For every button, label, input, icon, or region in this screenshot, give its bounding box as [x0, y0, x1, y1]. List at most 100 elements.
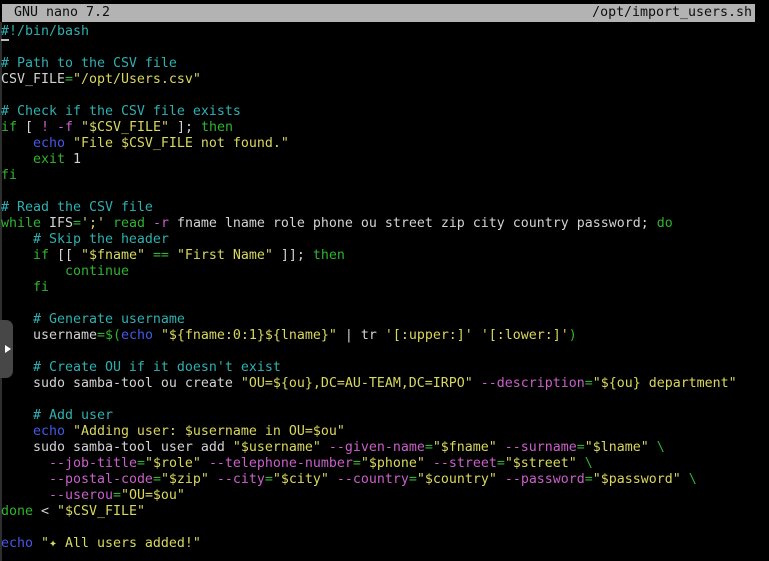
code-token: "✦ All users added!" — [41, 536, 201, 551]
code-line: # Read the CSV file — [1, 200, 737, 216]
code-token: # Read the CSV file — [1, 200, 153, 215]
code-token — [1, 152, 33, 167]
editor-text-area[interactable]: #!/bin/bash # Path to the CSV fileCSV_FI… — [1, 24, 737, 552]
code-token: [[ — [49, 248, 81, 263]
code-token: -r — [153, 216, 169, 231]
code-line: continue — [1, 264, 737, 280]
code-token — [1, 136, 33, 151]
code-token — [577, 456, 585, 471]
sidebar-expand-handle[interactable] — [0, 320, 13, 378]
code-line: # Add user — [1, 408, 737, 424]
code-token: = — [409, 472, 417, 487]
code-token — [65, 136, 73, 151]
code-token: ) — [569, 328, 577, 343]
code-token: "First Name" — [177, 248, 273, 263]
code-line: # Create OU if it doesn't exist — [1, 360, 737, 376]
code-token — [1, 232, 33, 247]
code-token — [49, 120, 57, 135]
code-line: fi — [1, 168, 737, 184]
code-line: # Skip the header — [1, 232, 737, 248]
code-line — [1, 344, 737, 360]
code-line: # Generate username — [1, 312, 737, 328]
code-line — [1, 520, 737, 536]
code-token: 1 — [65, 152, 81, 167]
code-token: "OU=$ou" — [121, 488, 185, 503]
code-line — [1, 40, 737, 56]
code-token: "$username" — [233, 440, 321, 455]
code-token: "$zip" — [161, 472, 209, 487]
code-token: "${ou} department" — [593, 376, 737, 391]
code-line — [1, 392, 737, 408]
code-token: == — [153, 248, 169, 263]
code-token: continue — [65, 264, 129, 279]
code-token: # Generate username — [33, 312, 185, 327]
triangle-right-icon — [5, 345, 11, 353]
code-token: echo — [1, 536, 33, 551]
code-token: = — [153, 472, 161, 487]
code-line: echo "✦ All users added!" — [1, 536, 737, 552]
code-token: $( — [105, 328, 121, 343]
code-token: \ — [585, 456, 593, 471]
code-token — [1, 280, 33, 295]
code-token: '[:upper:]' — [385, 328, 473, 343]
code-token: --postal-code — [49, 472, 153, 487]
code-token — [1, 456, 49, 471]
code-line: sudo samba-tool ou create "OU=${ou},DC=A… — [1, 376, 737, 392]
code-token: if — [33, 248, 49, 263]
code-token — [681, 472, 689, 487]
code-token — [33, 536, 41, 551]
code-token: = — [265, 472, 273, 487]
code-token: echo — [33, 136, 65, 151]
code-line: --userou="OU=$ou" — [1, 488, 737, 504]
code-line: exit 1 — [1, 152, 737, 168]
code-token: "OU=${ou},DC=AU-TEAM,DC=IRPO" — [241, 376, 473, 391]
code-line: if [[ "$fname" == "First Name" ]]; then — [1, 248, 737, 264]
code-token: sudo samba-tool ou create — [1, 376, 241, 391]
code-token: = — [353, 456, 361, 471]
code-token: # Path to the CSV file — [1, 56, 177, 71]
code-token: done — [1, 504, 33, 519]
code-token: ]; — [169, 120, 201, 135]
code-token: --city — [217, 472, 265, 487]
code-token: "$CSV_FILE" — [81, 120, 169, 135]
code-token: = — [137, 456, 145, 471]
code-token — [1, 424, 33, 439]
code-token — [649, 440, 657, 455]
code-token: --userou — [49, 488, 113, 503]
code-token — [209, 472, 217, 487]
code-token: "$phone" — [361, 456, 425, 471]
code-token: \ — [657, 440, 665, 455]
code-token — [153, 328, 161, 343]
code-token — [201, 456, 209, 471]
code-token: ]]; — [273, 248, 313, 263]
code-token: --job-title — [49, 456, 137, 471]
code-token: "$fname" — [81, 248, 145, 263]
code-token: --password — [505, 472, 585, 487]
code-line: #!/bin/bash — [1, 24, 737, 40]
code-token: read — [113, 216, 145, 231]
code-token: if — [1, 120, 17, 135]
code-token: do — [657, 216, 673, 231]
code-token: "$fname" — [433, 440, 497, 455]
code-token: < — [33, 504, 57, 519]
code-token: # Add user — [33, 408, 113, 423]
code-token: \ — [689, 472, 697, 487]
code-token — [73, 120, 81, 135]
code-token: = — [425, 440, 433, 455]
code-token — [329, 472, 337, 487]
code-line: echo "Adding user: $username in OU=$ou" — [1, 424, 737, 440]
code-token: --street — [433, 456, 497, 471]
code-token — [1, 408, 33, 423]
code-token: "$city" — [273, 472, 329, 487]
code-line: username=$(echo "${fname:0:1}${lname}" |… — [1, 328, 737, 344]
code-token: # Create OU if it doesn't exist — [33, 360, 281, 375]
code-token: --description — [481, 376, 585, 391]
code-token: !/bin/bash — [9, 24, 89, 39]
code-line: --postal-code="$zip" --city="$city" --co… — [1, 472, 737, 488]
code-line: done < "$CSV_FILE" — [1, 504, 737, 520]
code-token — [1, 488, 49, 503]
code-token — [65, 424, 73, 439]
code-token: "$role" — [145, 456, 201, 471]
code-line: sudo samba-tool user add "$username" --g… — [1, 440, 737, 456]
code-token — [497, 440, 505, 455]
